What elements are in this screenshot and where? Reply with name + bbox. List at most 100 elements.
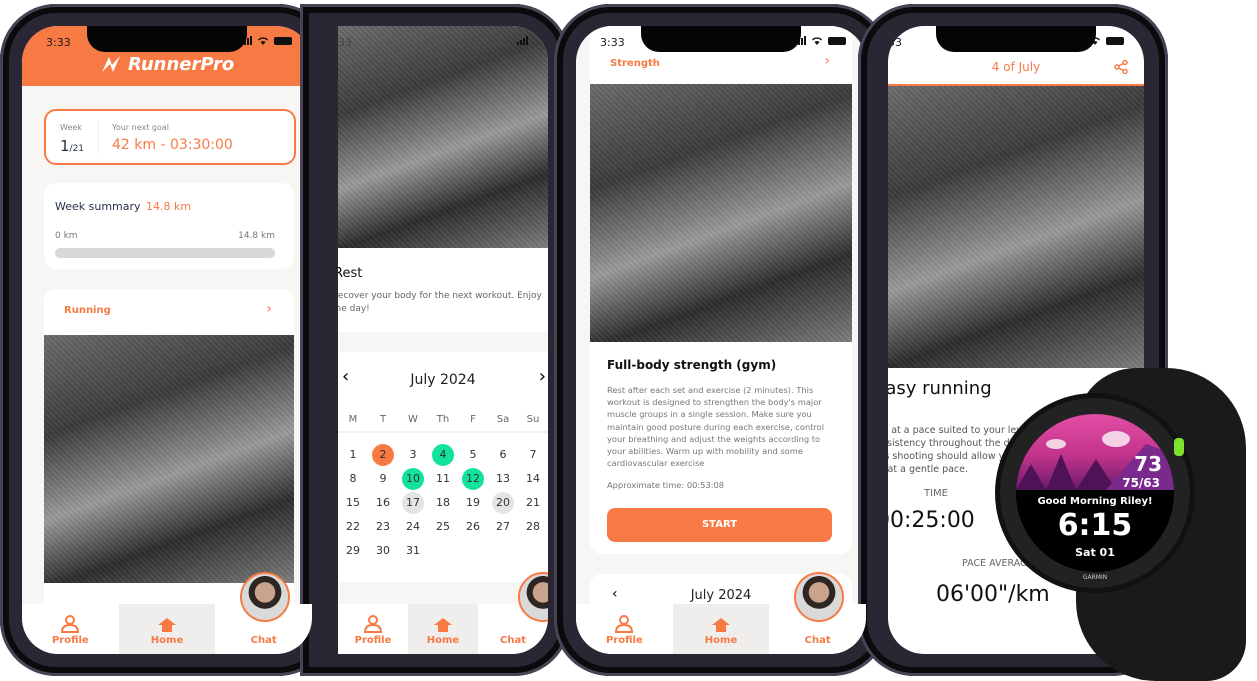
phone-home: 3:33 RunnerPro Week 1/21 Your next goal … [0,4,334,676]
home-screen: 3:33 RunnerPro Week 1/21 Your next goal … [22,26,312,654]
weekday-label: T [379,414,387,425]
chevron-right-icon[interactable]: › [266,301,272,317]
calendar-card: ‹ July 2024 › M T W Th F Sa Su 1 2 3 4 5 6 7 8 9 10 11 12… [338,352,548,582]
calendar-day[interactable]: 26 [462,516,484,538]
workout-title: Easy running [888,378,992,399]
tab-bar: Profile Home Chat [338,604,548,654]
battery-icon [1106,36,1124,45]
watch-temp: 73 [1134,452,1162,476]
user-icon [615,615,634,633]
start-button-ring [1174,438,1184,456]
week-label: Week [60,123,82,132]
calendar-day[interactable]: 7 [522,444,544,466]
calendar-day[interactable]: 30 [372,540,394,562]
week-summary-title: Week summary [55,200,141,213]
calendar-day[interactable]: 28 [522,516,544,538]
weekday-label: Sa [496,414,510,425]
watch-time: 6:15 [1057,508,1133,543]
tab-home[interactable]: Home [408,604,478,654]
workout-photo-stretch [338,26,548,248]
phone-strength: 3:33 Strength › Full-body strength (gym)… [554,4,888,676]
calendar-month: July 2024 [410,372,476,388]
rest-card: Rest Recover your body for the next work… [338,248,548,332]
weekday-label: Th [436,414,450,425]
calendar-day[interactable]: 9 [372,468,394,490]
calendar-day[interactable]: 3 [402,444,424,466]
calendar-day[interactable]: 2 [372,444,394,466]
smartwatch: 73 75/63 Good Morning Riley! 6:15 Sat 01… [996,368,1256,681]
calendar-day[interactable]: 17 [402,492,424,514]
calendar-day[interactable]: 24 [402,516,424,538]
workout-card-running[interactable]: Running › [44,289,294,619]
week-summary-card: Week summary 14.8 km 0 km 14.8 km [44,183,294,269]
workout-card-strength: Strength › Full-body strength (gym) Rest… [590,26,852,554]
workout-photo-running-detail [888,86,1144,368]
calendar-day[interactable]: 27 [492,516,514,538]
calendar-day[interactable]: 6 [492,444,514,466]
tab-profile[interactable]: Profile [22,604,119,654]
workout-description: Rest after each set and exercise (2 minu… [607,385,825,469]
workout-title: Full-body strength (gym) [607,358,777,372]
weekday-header: M T W Th F Sa Su [338,414,548,433]
signal-icon [517,36,528,45]
watch-hi-lo: 75/63 [1122,476,1160,490]
calendar-day[interactable]: 13 [492,468,514,490]
tab-profile[interactable]: Profile [576,604,673,654]
calendar-day[interactable]: 14 [522,468,544,490]
weekday-label: W [408,414,418,425]
rest-title: Rest [338,266,363,281]
calendar-day[interactable]: 31 [402,540,424,562]
calendar-day[interactable]: 19 [462,492,484,514]
notch [936,26,1096,52]
calendar-day[interactable]: 11 [432,468,454,490]
home-icon [434,618,452,632]
status-time: 33 [338,36,352,49]
goal-card[interactable]: Week 1/21 Your next goal 42 km - 03:30:0… [44,109,296,165]
progress-min-label: 0 km [55,231,78,241]
phone-calendar: 33 Rest Recover your body for the next w… [300,4,570,676]
calendar-day[interactable]: 16 [372,492,394,514]
tab-profile[interactable]: Profile [338,604,408,654]
wifi-icon [258,37,268,45]
calendar-screen: 33 Rest Recover your body for the next w… [338,26,548,654]
calendar-day[interactable]: 1 [342,444,364,466]
chat-avatar[interactable] [240,572,290,622]
calendar-day[interactable]: 25 [432,516,454,538]
notch [641,26,801,52]
calendar-day[interactable]: 4 [432,444,454,466]
wifi-icon [812,37,822,45]
calendar-day[interactable]: 20 [492,492,514,514]
weekday-label: M [348,414,358,425]
calendar-day[interactable]: 29 [342,540,364,562]
share-icon[interactable] [1114,60,1128,74]
time-value: 00:25:00 [888,508,975,533]
calendar-days: 1 2 3 4 5 6 7 8 9 10 11 12 13 14 15 16 17 18 19 20 21 22 23 24 2… [338,444,548,562]
progress-max-label: 14.8 km [238,231,275,241]
tab-home[interactable]: Home [672,604,770,654]
status-time: 3:33 [600,36,625,49]
status-bar: 33 [338,26,548,58]
calendar-day[interactable]: 23 [372,516,394,538]
calendar-day[interactable]: 8 [342,468,364,490]
calendar-day[interactable]: 21 [522,492,544,514]
calendar-day[interactable]: 22 [342,516,364,538]
goal-value: 42 km - 03:30:00 [112,137,233,153]
user-icon [363,615,383,633]
calendar-day[interactable]: 10 [402,468,424,490]
battery-icon [274,36,292,45]
workout-category: Strength [610,58,660,69]
start-button[interactable]: START [607,508,832,542]
watch-brand: GARMIN [1082,574,1108,581]
calendar-day[interactable]: 5 [462,444,484,466]
tab-home[interactable]: Home [118,604,216,654]
workout-photo-running [44,335,294,583]
calendar-day[interactable]: 12 [462,468,484,490]
battery-icon [828,36,846,45]
watch-date: Sat 01 [1075,546,1115,559]
home-icon [712,618,730,632]
calendar-day[interactable]: 18 [432,492,454,514]
workout-photo-gym [590,84,852,342]
chat-avatar[interactable] [794,572,844,622]
calendar-day[interactable]: 15 [342,492,364,514]
next-month-icon[interactable]: › [539,366,546,387]
